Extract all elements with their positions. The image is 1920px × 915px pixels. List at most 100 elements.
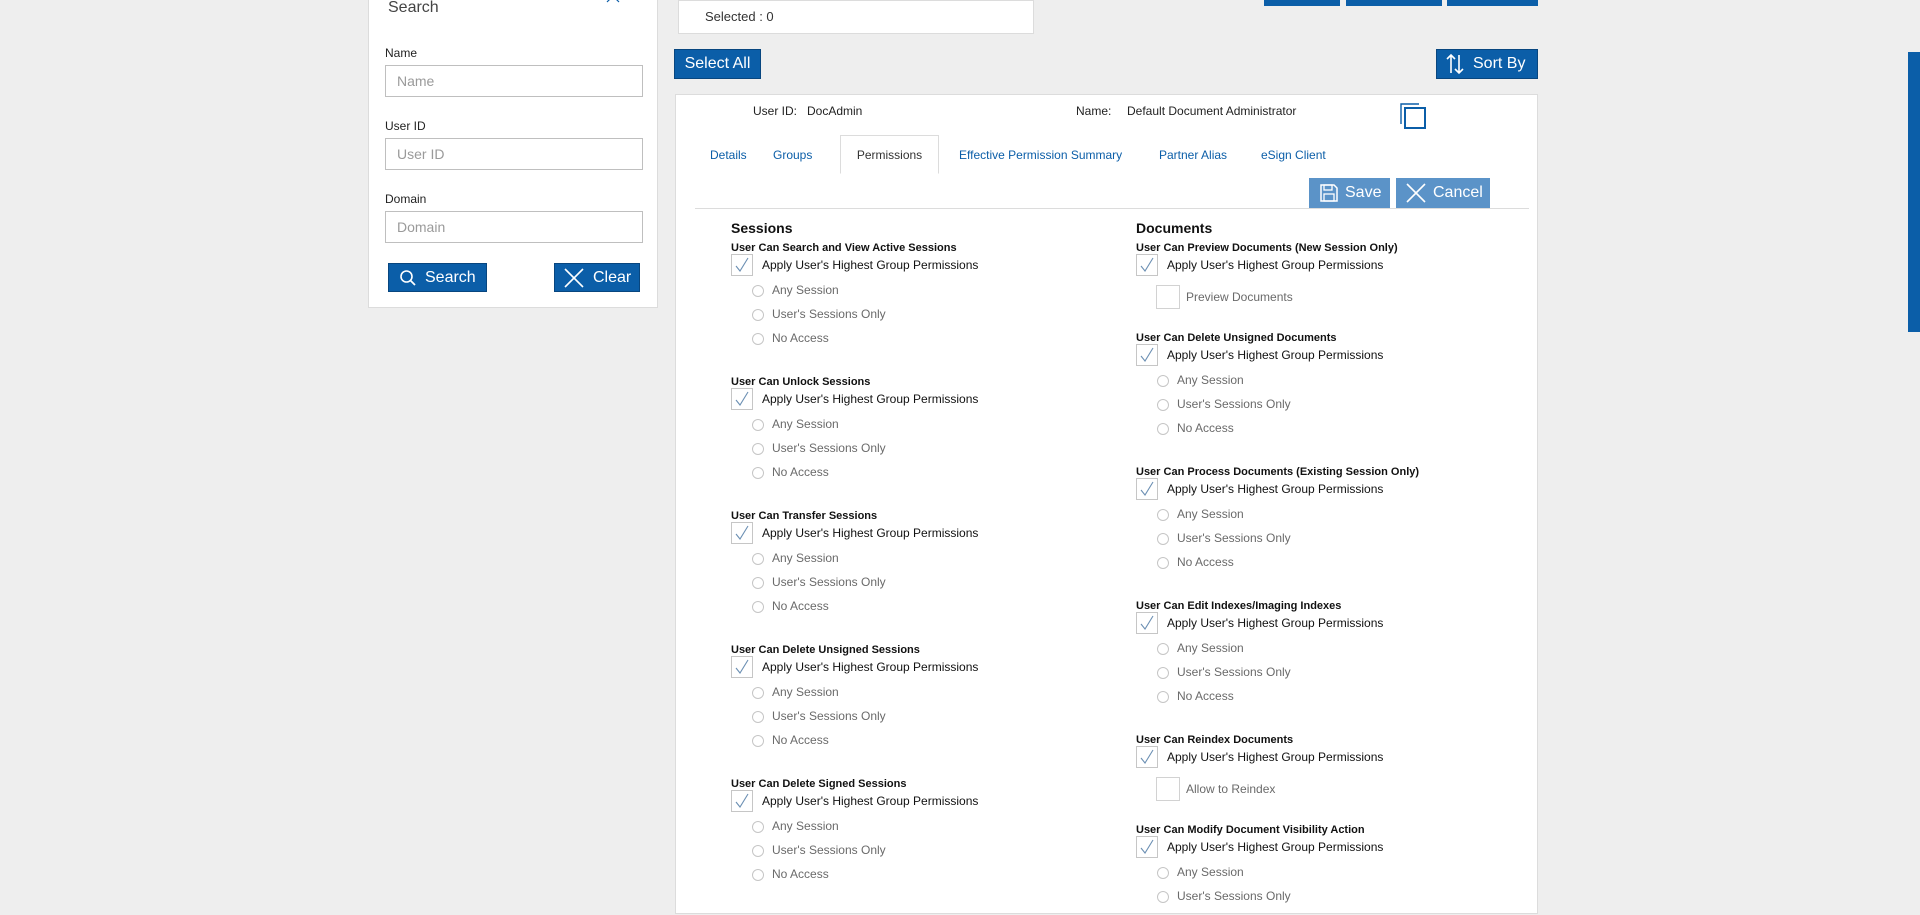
search-panel-title: Search <box>388 0 439 16</box>
documents-option-radio[interactable] <box>1157 643 1169 655</box>
sessions-option-label: User's Sessions Only <box>772 441 886 455</box>
documents-permission-title: User Can Process Documents (Existing Ses… <box>1136 466 1420 478</box>
documents-sub-checkbox[interactable] <box>1156 285 1180 309</box>
sessions-option-label: No Access <box>772 733 829 747</box>
documents-option-radio[interactable] <box>1157 399 1169 411</box>
sessions-option-radio[interactable] <box>752 443 764 455</box>
sessions-option-radio[interactable] <box>752 687 764 699</box>
sessions-apply-highest-checkbox[interactable] <box>731 790 753 812</box>
documents-option-label: Any Session <box>1177 373 1244 387</box>
documents-permission-title: User Can Edit Indexes/Imaging Indexes <box>1136 600 1342 612</box>
sessions-option-radio[interactable] <box>752 333 764 345</box>
sessions-apply-highest-label: Apply User's Highest Group Permissions <box>762 794 979 808</box>
documents-apply-highest-checkbox[interactable] <box>1136 254 1158 276</box>
collapse-icon[interactable] <box>605 0 621 9</box>
sessions-permission-title: User Can Delete Signed Sessions <box>731 778 907 790</box>
sessions-option-label: Any Session <box>772 685 839 699</box>
sessions-option-label: Any Session <box>772 819 839 833</box>
sessions-option-label: Any Session <box>772 283 839 297</box>
sessions-apply-highest-label: Apply User's Highest Group Permissions <box>762 526 979 540</box>
sessions-option-radio[interactable] <box>752 845 764 857</box>
clear-button[interactable]: Clear <box>554 263 640 292</box>
sessions-option-radio[interactable] <box>752 467 764 479</box>
sessions-apply-highest-checkbox[interactable] <box>731 522 753 544</box>
documents-option-radio[interactable] <box>1157 691 1169 703</box>
domain-field-label: Domain <box>385 192 427 206</box>
domain-input[interactable] <box>385 211 643 243</box>
documents-apply-highest-checkbox[interactable] <box>1136 612 1158 634</box>
user-id-field-label: User ID <box>385 119 426 133</box>
documents-option-radio[interactable] <box>1157 533 1169 545</box>
sort-by-label: Sort By <box>1473 55 1526 72</box>
top-toolbar-button-1[interactable] <box>1264 0 1340 6</box>
documents-option-radio[interactable] <box>1157 891 1169 903</box>
permissions-area: Sessions User Can Search and View Active … <box>676 95 1539 915</box>
sessions-apply-highest-label: Apply User's Highest Group Permissions <box>762 258 979 272</box>
sessions-option-radio[interactable] <box>752 285 764 297</box>
sessions-option-radio[interactable] <box>752 577 764 589</box>
documents-option-radio[interactable] <box>1157 667 1169 679</box>
documents-option-label: Any Session <box>1177 641 1244 655</box>
sessions-option-radio[interactable] <box>752 601 764 613</box>
checkmark-icon <box>735 257 749 272</box>
sessions-permission-title: User Can Unlock Sessions <box>731 376 871 388</box>
sessions-option-label: No Access <box>772 599 829 613</box>
documents-option-radio[interactable] <box>1157 557 1169 569</box>
sort-by-button[interactable]: Sort By <box>1436 49 1538 79</box>
sessions-option-radio[interactable] <box>752 309 764 321</box>
sessions-option-radio[interactable] <box>752 735 764 747</box>
sessions-option-radio[interactable] <box>752 553 764 565</box>
documents-permission-title: User Can Modify Document Visibility Acti… <box>1136 824 1365 836</box>
sessions-option-label: No Access <box>772 331 829 345</box>
selected-count: Selected : 0 <box>705 9 774 24</box>
user-detail-card: User ID: DocAdmin Name: Default Document… <box>675 94 1538 914</box>
documents-apply-highest-label: Apply User's Highest Group Permissions <box>1167 750 1384 764</box>
sessions-option-radio[interactable] <box>752 419 764 431</box>
documents-option-label: Any Session <box>1177 507 1244 521</box>
scrollbar-thumb[interactable] <box>1908 52 1920 332</box>
sessions-apply-highest-label: Apply User's Highest Group Permissions <box>762 660 979 674</box>
sessions-option-label: No Access <box>772 465 829 479</box>
documents-permission-title: User Can Preview Documents (New Session … <box>1136 242 1398 254</box>
sessions-permission-title: User Can Transfer Sessions <box>731 510 878 522</box>
documents-option-radio[interactable] <box>1157 375 1169 387</box>
user-id-input[interactable] <box>385 138 643 170</box>
top-toolbar-button-2[interactable] <box>1346 0 1442 6</box>
documents-option-radio[interactable] <box>1157 509 1169 521</box>
sessions-option-radio[interactable] <box>752 821 764 833</box>
documents-apply-highest-label: Apply User's Highest Group Permissions <box>1167 348 1384 362</box>
search-button-label: Search <box>425 268 476 286</box>
sessions-apply-highest-checkbox[interactable] <box>731 388 753 410</box>
checkmark-icon <box>1140 481 1154 496</box>
sessions-apply-highest-label: Apply User's Highest Group Permissions <box>762 392 979 406</box>
documents-apply-highest-checkbox[interactable] <box>1136 344 1158 366</box>
sessions-option-radio[interactable] <box>752 711 764 723</box>
search-button[interactable]: Search <box>388 263 487 292</box>
documents-option-label: No Access <box>1177 689 1234 703</box>
documents-apply-highest-checkbox[interactable] <box>1136 836 1158 858</box>
sessions-option-label: User's Sessions Only <box>772 709 886 723</box>
documents-apply-highest-label: Apply User's Highest Group Permissions <box>1167 258 1384 272</box>
documents-sub-checkbox[interactable] <box>1156 777 1180 801</box>
sessions-option-label: Any Session <box>772 551 839 565</box>
name-input[interactable] <box>385 65 643 97</box>
documents-apply-highest-checkbox[interactable] <box>1136 478 1158 500</box>
documents-option-radio[interactable] <box>1157 867 1169 879</box>
sessions-option-radio[interactable] <box>752 869 764 881</box>
sessions-section-title: Sessions <box>731 220 793 236</box>
close-icon <box>564 267 584 288</box>
sessions-permission-title: User Can Search and View Active Sessions <box>731 242 957 254</box>
top-toolbar-button-3[interactable] <box>1447 0 1538 6</box>
select-all-button[interactable]: Select All <box>674 49 761 79</box>
sessions-apply-highest-checkbox[interactable] <box>731 254 753 276</box>
clear-button-label: Clear <box>593 268 632 286</box>
documents-option-label: No Access <box>1177 555 1234 569</box>
sessions-apply-highest-checkbox[interactable] <box>731 656 753 678</box>
sort-icon <box>1446 53 1464 75</box>
documents-permission-title: User Can Reindex Documents <box>1136 734 1294 746</box>
documents-option-label: User's Sessions Only <box>1177 531 1291 545</box>
documents-apply-highest-checkbox[interactable] <box>1136 746 1158 768</box>
documents-option-radio[interactable] <box>1157 423 1169 435</box>
sessions-option-label: No Access <box>772 867 829 881</box>
sessions-option-label: User's Sessions Only <box>772 843 886 857</box>
